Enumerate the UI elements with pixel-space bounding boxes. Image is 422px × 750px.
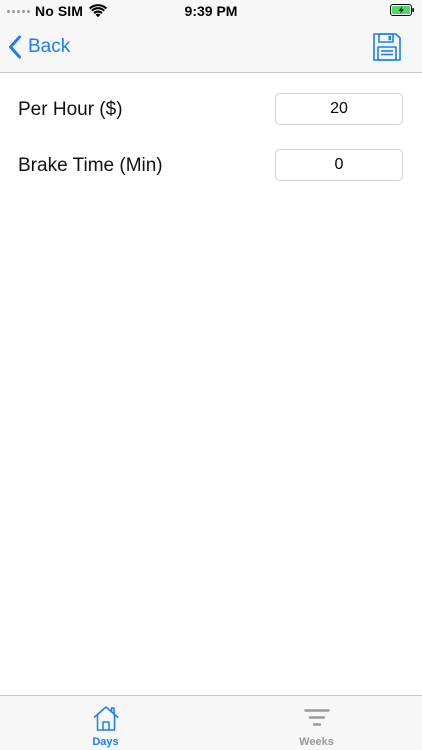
per-hour-row: Per Hour ($) bbox=[0, 92, 422, 128]
back-label: Back bbox=[28, 36, 71, 57]
tab-days[interactable]: Days bbox=[0, 696, 211, 750]
battery-charging-icon bbox=[390, 4, 414, 16]
status-time: 9:39 PM bbox=[184, 3, 238, 19]
chevron-left-icon bbox=[9, 35, 21, 59]
per-hour-input[interactable] bbox=[275, 93, 403, 125]
floppy-disk-icon bbox=[373, 33, 401, 61]
tab-days-label: Days bbox=[92, 736, 119, 748]
brake-time-label: Brake Time (Min) bbox=[18, 155, 163, 176]
tab-weeks[interactable]: Weeks bbox=[211, 696, 422, 750]
back-button[interactable]: Back bbox=[8, 32, 70, 62]
screen: No SIM 9:39 PM Back Per Hour ($) 20 Brak… bbox=[0, 0, 422, 750]
navigation-bar: Back bbox=[0, 22, 422, 73]
status-bar: No SIM 9:39 PM bbox=[0, 0, 422, 22]
tab-weeks-label: Weeks bbox=[299, 736, 334, 748]
brake-time-row: Brake Time (Min) bbox=[0, 148, 422, 184]
brake-time-input[interactable] bbox=[275, 149, 403, 181]
house-icon bbox=[93, 706, 119, 731]
tab-bar: Days Weeks bbox=[0, 695, 422, 750]
filter-icon bbox=[304, 709, 330, 726]
save-button[interactable] bbox=[372, 32, 402, 62]
per-hour-label: Per Hour ($) bbox=[18, 99, 123, 120]
